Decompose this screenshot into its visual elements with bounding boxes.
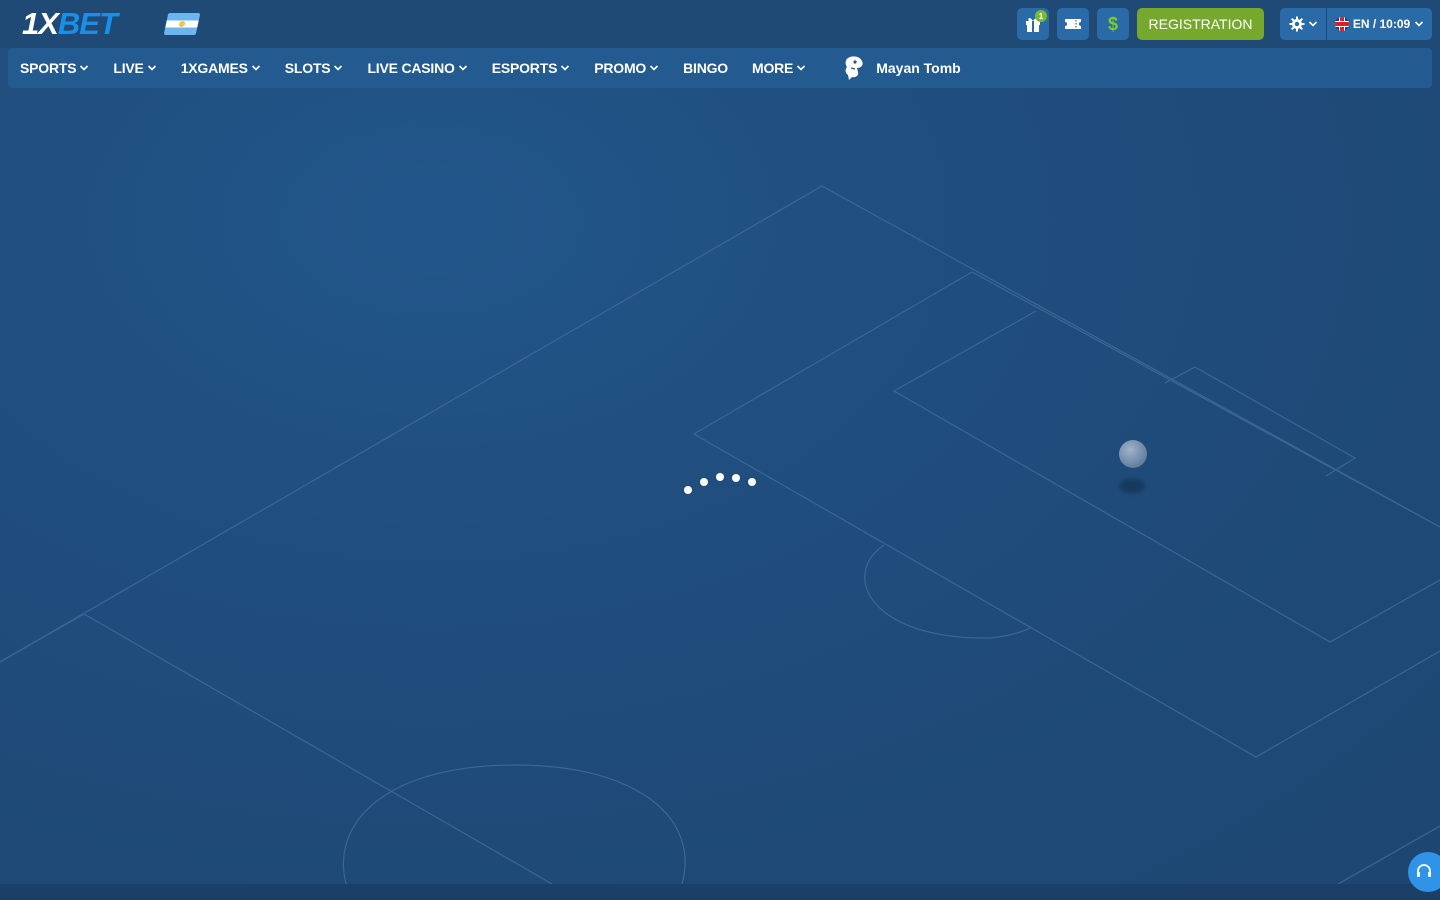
headset-icon bbox=[1417, 864, 1431, 877]
chevron-down-icon bbox=[251, 65, 260, 71]
chevron-down-icon bbox=[458, 65, 467, 71]
chevron-down-icon bbox=[1415, 21, 1424, 27]
settings-button[interactable] bbox=[1280, 8, 1327, 40]
settings-language-group: EN / 10:09 bbox=[1280, 8, 1432, 40]
chevron-down-icon bbox=[650, 65, 659, 71]
argentina-flag-icon[interactable] bbox=[163, 13, 201, 35]
nav-live[interactable]: LIVE bbox=[101, 48, 168, 88]
nav-label: LIVE bbox=[113, 60, 144, 76]
loader-dot bbox=[684, 486, 692, 494]
nav-esports[interactable]: ESPORTS bbox=[480, 48, 583, 88]
nav-featured-game[interactable]: Mayan Tomb bbox=[842, 55, 961, 81]
nav-label: PROMO bbox=[594, 60, 647, 76]
support-chat-button[interactable] bbox=[1408, 852, 1440, 892]
chevron-down-icon bbox=[797, 65, 806, 71]
main-nav: SPORTS LIVE 1XGAMES SLOTS LIVE CASINO ES… bbox=[8, 48, 1432, 88]
loader-dot bbox=[748, 478, 756, 486]
uk-flag-icon bbox=[1334, 17, 1349, 31]
nav-label: SPORTS bbox=[20, 60, 77, 76]
nav-label: LIVE CASINO bbox=[367, 60, 455, 76]
chevron-down-icon bbox=[334, 65, 343, 71]
nav-label: 1XGAMES bbox=[180, 60, 248, 76]
bottom-strip bbox=[0, 884, 1440, 900]
field-background bbox=[0, 0, 1440, 884]
chevron-down-icon bbox=[1308, 21, 1317, 27]
flag-sun bbox=[178, 21, 186, 27]
chevron-down-icon bbox=[561, 65, 570, 71]
ball-icon bbox=[1119, 440, 1147, 468]
nav-label: SLOTS bbox=[284, 60, 331, 76]
ticket-icon bbox=[1065, 19, 1081, 29]
nav-1xgames[interactable]: 1XGAMES bbox=[169, 48, 273, 88]
deposit-button[interactable]: $ bbox=[1097, 8, 1129, 40]
loader-dot bbox=[732, 474, 740, 482]
top-bar: 1XBET 1 $ REGISTRATION EN / 10:09 bbox=[0, 0, 1440, 48]
gear-icon bbox=[1289, 16, 1304, 32]
chevron-down-icon bbox=[147, 65, 156, 71]
nav-live-casino[interactable]: LIVE CASINO bbox=[355, 48, 479, 88]
nav-slots[interactable]: SLOTS bbox=[273, 48, 356, 88]
loading-spinner bbox=[680, 468, 760, 498]
gift-badge: 1 bbox=[1035, 10, 1047, 22]
mayan-mask-icon bbox=[845, 56, 863, 80]
site-logo[interactable]: 1XBET bbox=[22, 6, 118, 41]
nav-label: ESPORTS bbox=[491, 60, 558, 76]
nav-bingo[interactable]: BINGO bbox=[671, 48, 740, 88]
registration-button[interactable]: REGISTRATION bbox=[1137, 8, 1264, 40]
logo-prefix: 1X bbox=[22, 6, 59, 41]
nav-more[interactable]: MORE bbox=[740, 48, 818, 88]
chevron-down-icon bbox=[80, 65, 89, 71]
language-time-selector[interactable]: EN / 10:09 bbox=[1327, 8, 1432, 40]
gift-button[interactable]: 1 bbox=[1017, 8, 1049, 40]
loader-dot bbox=[716, 473, 724, 481]
field-lines bbox=[0, 185, 1440, 884]
coupon-button[interactable] bbox=[1057, 8, 1089, 40]
nav-label: BINGO bbox=[683, 60, 728, 76]
logo-suffix: BET bbox=[57, 6, 118, 41]
loader-dot bbox=[700, 478, 708, 486]
ball-shadow bbox=[1119, 479, 1145, 493]
dollar-icon: $ bbox=[1107, 13, 1118, 34]
nav-promo[interactable]: PROMO bbox=[582, 48, 671, 88]
language-time-label: EN / 10:09 bbox=[1352, 17, 1411, 31]
nav-sports[interactable]: SPORTS bbox=[8, 48, 101, 88]
nav-label: MORE bbox=[752, 60, 794, 76]
featured-game-label: Mayan Tomb bbox=[876, 60, 961, 76]
